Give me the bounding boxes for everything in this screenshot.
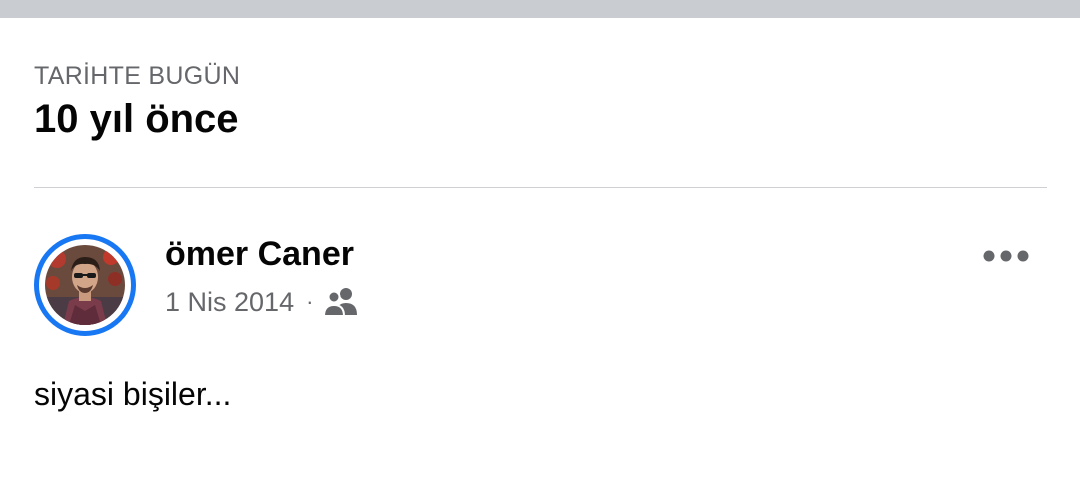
memories-header: TARİHTE BUGÜN 10 yıl önce bbox=[34, 60, 240, 144]
post-date[interactable]: 1 Nis 2014 bbox=[165, 287, 294, 318]
post-meta: 1 Nis 2014 · bbox=[165, 284, 359, 320]
more-options-button[interactable] bbox=[978, 238, 1034, 274]
section-label: TARİHTE BUGÜN bbox=[34, 62, 241, 90]
memory-title: 10 yıl önce bbox=[34, 97, 239, 141]
meta-separator: · bbox=[306, 289, 314, 314]
post-text: siyasi bişiler... bbox=[34, 376, 232, 412]
avatar-photo bbox=[45, 245, 125, 325]
friends-icon[interactable] bbox=[323, 287, 359, 317]
more-options-icon bbox=[983, 250, 1029, 262]
author-name[interactable]: ömer Caner bbox=[165, 234, 354, 274]
top-status-bar bbox=[0, 0, 1080, 18]
avatar-photo-icon bbox=[45, 245, 125, 325]
divider bbox=[34, 187, 1047, 188]
author-avatar[interactable] bbox=[34, 234, 136, 336]
